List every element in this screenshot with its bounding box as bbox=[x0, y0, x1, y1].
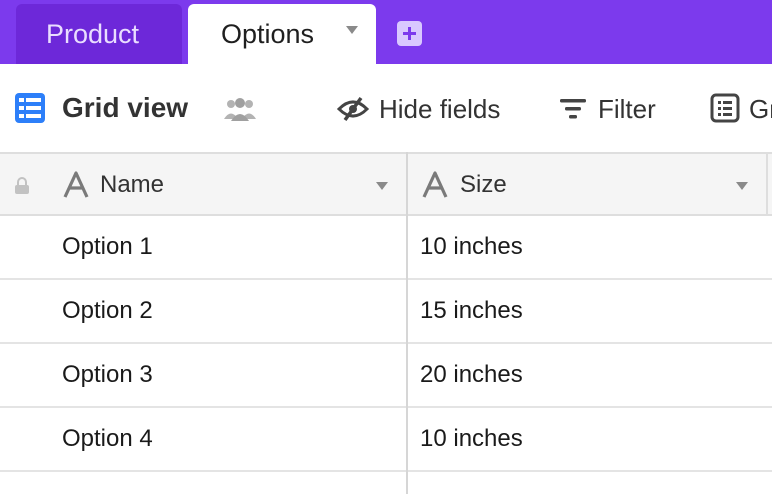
filter-button[interactable]: Filter bbox=[598, 94, 656, 124]
column-divider bbox=[766, 152, 768, 216]
text-field-icon bbox=[63, 171, 89, 198]
column-header-size[interactable]: Size bbox=[460, 170, 507, 200]
add-tab-icon[interactable] bbox=[397, 21, 422, 46]
column-header-name[interactable]: Name bbox=[100, 170, 164, 200]
tab-options[interactable]: Options bbox=[188, 4, 376, 64]
tab-product[interactable]: Product bbox=[16, 4, 182, 64]
filter-icon[interactable] bbox=[558, 96, 588, 122]
text-field-icon bbox=[422, 171, 448, 198]
cell-size[interactable]: 10 inches bbox=[420, 424, 523, 454]
cell-size[interactable]: 20 inches bbox=[420, 360, 523, 390]
tab-options-label: Options bbox=[221, 18, 315, 49]
hide-fields-icon[interactable] bbox=[336, 95, 370, 123]
cell-size[interactable]: 10 inches bbox=[420, 232, 523, 262]
grid-view-icon[interactable] bbox=[14, 92, 46, 124]
table-row[interactable]: Option 2 15 inches bbox=[0, 280, 772, 344]
lock-icon bbox=[15, 177, 29, 194]
tab-options-caret-icon[interactable] bbox=[346, 26, 358, 34]
cell-name[interactable]: Option 3 bbox=[62, 360, 153, 390]
cell-size[interactable]: 15 inches bbox=[420, 296, 523, 326]
people-icon[interactable] bbox=[222, 95, 258, 123]
column-name-menu-caret-icon[interactable] bbox=[376, 182, 388, 190]
column-divider bbox=[406, 152, 408, 494]
cell-name[interactable]: Option 1 bbox=[62, 232, 153, 262]
cell-name[interactable]: Option 2 bbox=[62, 296, 153, 326]
table-row[interactable]: Option 4 10 inches bbox=[0, 408, 772, 472]
hide-fields-button[interactable]: Hide fields bbox=[379, 94, 500, 124]
tab-product-label: Product bbox=[46, 18, 140, 49]
table-row[interactable]: Option 1 10 inches bbox=[0, 216, 772, 280]
column-size-menu-caret-icon[interactable] bbox=[736, 182, 748, 190]
cell-name[interactable]: Option 4 bbox=[62, 424, 153, 454]
view-name[interactable]: Grid view bbox=[62, 92, 188, 124]
table-row[interactable]: Option 3 20 inches bbox=[0, 344, 772, 408]
group-icon[interactable] bbox=[710, 93, 740, 123]
group-button[interactable]: Gr bbox=[749, 94, 772, 124]
table-tab-bar: Product Options bbox=[0, 0, 772, 64]
